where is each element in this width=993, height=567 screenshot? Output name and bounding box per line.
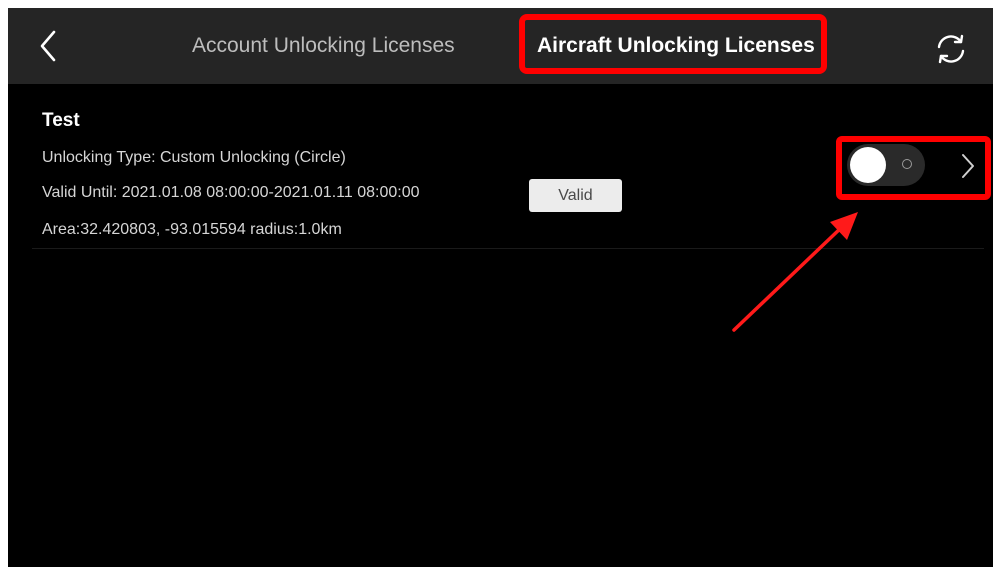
top-bar: Account Unlocking Licenses Aircraft Unlo… <box>8 8 993 84</box>
unlocking-type-text: Unlocking Type: Custom Unlocking (Circle… <box>42 149 346 166</box>
tab-aircraft-unlocking-licenses[interactable]: Aircraft Unlocking Licenses <box>537 8 815 84</box>
license-name: Test <box>42 110 80 131</box>
refresh-button[interactable] <box>934 32 968 66</box>
refresh-icon <box>937 34 965 64</box>
app-screen: Account Unlocking Licenses Aircraft Unlo… <box>8 8 993 567</box>
chevron-left-icon <box>40 30 56 62</box>
back-button[interactable] <box>30 24 70 68</box>
status-badge: Valid <box>529 179 622 212</box>
area-text: Area:32.420803, -93.015594 radius:1.0km <box>42 221 342 238</box>
toggle-annotation-box <box>836 136 991 200</box>
tab-account-unlocking-licenses[interactable]: Account Unlocking Licenses <box>192 8 455 84</box>
valid-until-text: Valid Until: 2021.01.08 08:00:00-2021.01… <box>42 184 420 201</box>
